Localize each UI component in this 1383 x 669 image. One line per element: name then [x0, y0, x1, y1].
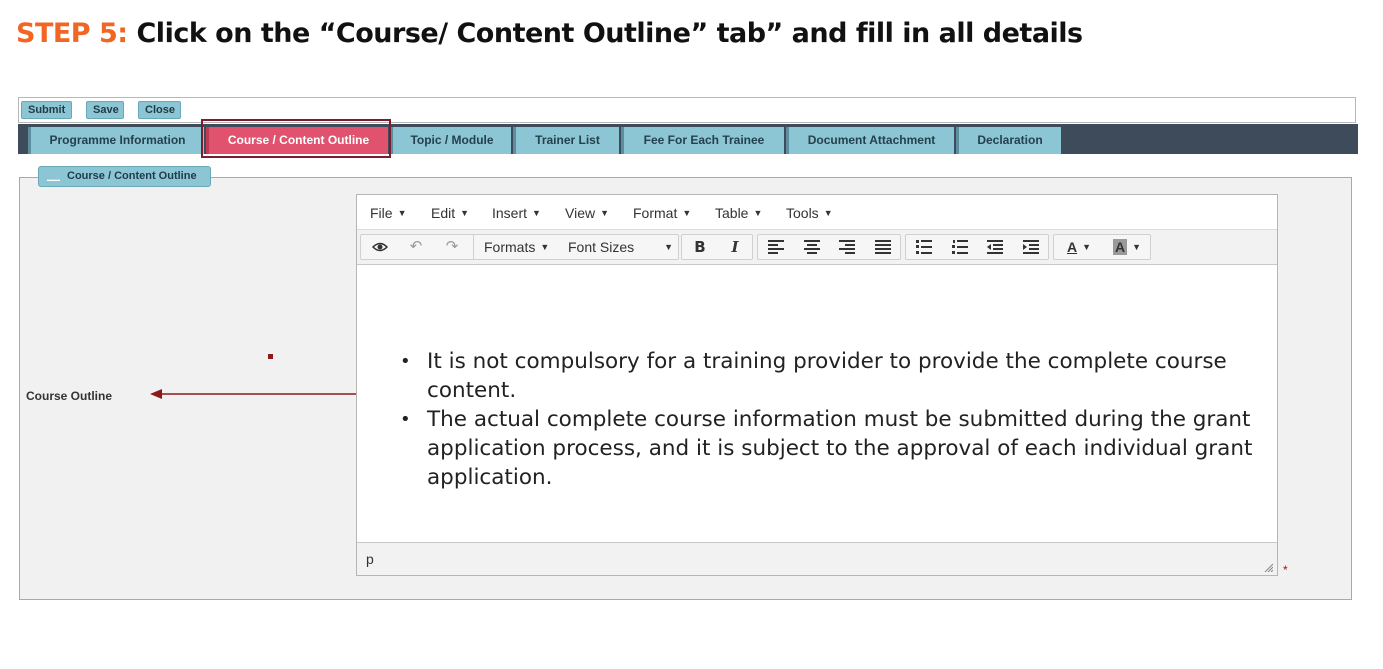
- align-left-icon[interactable]: [759, 235, 793, 259]
- list-item: It is not compulsory for a training prov…: [400, 347, 1267, 405]
- save-button[interactable]: Save: [86, 101, 124, 119]
- toolbar-group-style: B I: [681, 234, 753, 260]
- caret-down-icon: ▼: [823, 208, 833, 218]
- caret-down-icon: ▼: [532, 208, 541, 218]
- align-justify-icon[interactable]: [866, 235, 900, 259]
- eye-icon[interactable]: [363, 235, 397, 259]
- collapse-icon[interactable]: —: [47, 170, 60, 189]
- bullet-list-icon[interactable]: [907, 235, 941, 259]
- step-instruction: Click on the “Course/ Content Outline” t…: [127, 18, 1083, 49]
- course-outline-label: Course Outline: [26, 389, 113, 403]
- pointer-arrow: [150, 389, 384, 399]
- menu-insert[interactable]: Insert ▼: [492, 205, 541, 221]
- caret-down-icon: ▼: [1132, 242, 1142, 252]
- italic-icon[interactable]: I: [718, 235, 752, 259]
- formats-select[interactable]: Formats ▼: [473, 235, 549, 259]
- caret-down-icon: ▼: [540, 242, 550, 252]
- element-path[interactable]: p: [366, 551, 374, 567]
- menu-tools[interactable]: Tools ▼: [786, 205, 833, 221]
- required-asterisk: *: [1283, 563, 1288, 577]
- toolbar-group-history: ↶ ↷ Formats ▼ Font Sizes ▼: [360, 234, 679, 260]
- step-heading: STEP 5: Click on the “Course/ Content Ou…: [16, 18, 1083, 49]
- caret-down-icon: ▼: [397, 208, 407, 218]
- tab-programme-information[interactable]: Programme Information: [28, 127, 204, 154]
- caret-down-icon: ▼: [460, 208, 470, 218]
- caret-down-icon: ▼: [682, 208, 692, 218]
- editor-toolbar: ↶ ↷ Formats ▼ Font Sizes ▼ B I A ▼ A ▼: [357, 229, 1277, 265]
- menu-view[interactable]: View ▼: [565, 205, 609, 221]
- resize-handle-icon[interactable]: [1263, 562, 1273, 572]
- text-color-icon[interactable]: A ▼: [1056, 235, 1102, 259]
- redo-icon[interactable]: ↷: [435, 235, 469, 259]
- caret-down-icon: ▼: [753, 208, 763, 218]
- rich-text-editor: File ▼ Edit ▼ Insert ▼ View ▼ Format ▼ Table ▼…: [356, 194, 1278, 576]
- tab-fee-for-each-trainee[interactable]: Fee For Each Trainee: [621, 127, 784, 154]
- tab-topic-module[interactable]: Topic / Module: [390, 127, 511, 154]
- editor-statusbar: p: [357, 542, 1277, 575]
- caret-down-icon: ▼: [664, 242, 674, 252]
- legend-label: Course / Content Outline: [67, 170, 197, 182]
- numbered-list-icon[interactable]: [943, 235, 977, 259]
- menu-format[interactable]: Format ▼: [633, 205, 691, 221]
- tab-declaration[interactable]: Declaration: [956, 127, 1061, 154]
- fieldset-legend[interactable]: — Course / Content Outline: [38, 166, 211, 187]
- undo-icon[interactable]: ↶: [399, 235, 433, 259]
- background-color-icon[interactable]: A ▼: [1104, 235, 1150, 259]
- menu-table[interactable]: Table ▼: [715, 205, 762, 221]
- caret-down-icon: ▼: [1082, 242, 1092, 252]
- close-button[interactable]: Close: [138, 101, 181, 119]
- align-center-icon[interactable]: [795, 235, 829, 259]
- bold-icon[interactable]: B: [683, 235, 717, 259]
- list-item: The actual complete course information m…: [400, 405, 1267, 492]
- tab-trainer-list[interactable]: Trainer List: [513, 127, 619, 154]
- indent-icon[interactable]: [1014, 235, 1048, 259]
- menu-edit[interactable]: Edit ▼: [431, 205, 469, 221]
- editor-menubar: File ▼ Edit ▼ Insert ▼ View ▼ Format ▼ Table ▼…: [357, 195, 1277, 229]
- toolbar-group-align: [757, 234, 901, 260]
- step-number: STEP 5:: [16, 18, 128, 49]
- font-sizes-select[interactable]: Font Sizes ▼: [568, 235, 673, 259]
- tab-document-attachment[interactable]: Document Attachment: [786, 127, 954, 154]
- red-marker: [268, 354, 273, 359]
- active-tab-highlight: [201, 119, 391, 158]
- align-right-icon[interactable]: [830, 235, 864, 259]
- toolbar-group-colors: A ▼ A ▼: [1053, 234, 1151, 260]
- caret-down-icon: ▼: [600, 208, 610, 218]
- content-list: It is not compulsory for a training prov…: [399, 347, 1267, 492]
- submit-button[interactable]: Submit: [21, 101, 72, 119]
- outdent-icon[interactable]: [978, 235, 1012, 259]
- menu-file[interactable]: File ▼: [370, 205, 406, 221]
- editor-content-area[interactable]: It is not compulsory for a training prov…: [357, 265, 1277, 541]
- toolbar-group-lists: [905, 234, 1049, 260]
